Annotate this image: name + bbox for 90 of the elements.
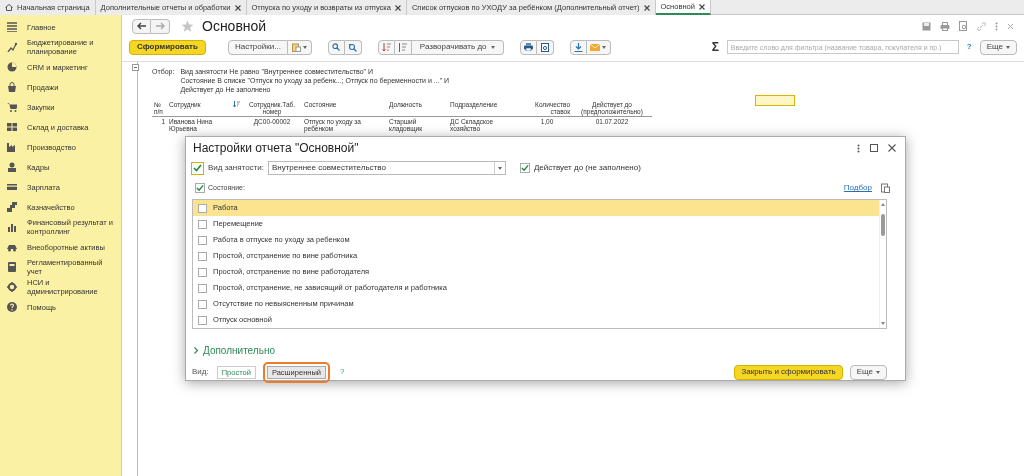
check-icon — [196, 184, 204, 193]
help-link[interactable]: ? — [340, 366, 345, 378]
generate-button[interactable]: Сформировать — [129, 39, 206, 55]
save-button[interactable] — [569, 39, 587, 55]
checkbox[interactable] — [519, 163, 530, 174]
bar-chart-icon — [7, 222, 17, 232]
caret-icon — [1006, 45, 1010, 49]
scroll-up-icon[interactable] — [881, 203, 885, 206]
search-icon — [332, 43, 341, 51]
checkbox[interactable] — [198, 203, 207, 213]
stack-icon — [7, 202, 17, 212]
field-label: Вид занятости: — [208, 162, 264, 175]
flag-list-icon — [398, 42, 408, 52]
form-title: Основной — [202, 16, 267, 36]
print-button[interactable] — [519, 39, 537, 55]
close-icon[interactable] — [643, 4, 650, 11]
menu-icon — [7, 22, 17, 32]
employment-dropdown[interactable]: Внутреннее совместительство — [267, 161, 506, 176]
caret-icon — [876, 370, 880, 374]
chevron-right-icon — [194, 347, 199, 354]
more-icon[interactable] — [857, 143, 860, 153]
printer-icon[interactable] — [940, 21, 950, 31]
person-icon — [7, 162, 17, 172]
home-icon — [5, 4, 13, 11]
check-icon — [193, 164, 202, 173]
pie-chart-icon — [7, 62, 17, 72]
settings-button[interactable]: Настройки... — [227, 39, 288, 55]
search-next-icon — [348, 42, 358, 52]
checkbox[interactable] — [191, 161, 204, 175]
printer-icon — [523, 43, 533, 51]
download-icon — [573, 42, 583, 52]
checkbox[interactable] — [198, 299, 207, 309]
more-button[interactable]: Еще — [979, 39, 1017, 55]
caret-icon — [302, 45, 307, 49]
additional-section[interactable]: Дополнительно — [194, 343, 275, 358]
caret-icon — [602, 45, 607, 49]
sort-icon — [381, 42, 391, 52]
variant-button[interactable] — [287, 39, 312, 55]
chart-icon — [7, 42, 17, 52]
clipboard-icon — [291, 42, 301, 52]
sort-icon — [233, 101, 240, 107]
checkbox[interactable] — [198, 235, 207, 245]
checkbox[interactable] — [198, 315, 207, 325]
preview-icon — [540, 42, 549, 52]
caret-icon — [497, 166, 502, 170]
card-icon — [7, 182, 17, 192]
more-button[interactable]: Еще — [849, 364, 887, 380]
checkbox[interactable] — [198, 283, 207, 293]
shopping-cart-icon — [7, 102, 17, 112]
maximize-icon[interactable] — [870, 144, 878, 153]
grid-icon — [7, 122, 17, 132]
checkbox[interactable] — [195, 183, 205, 194]
back-button[interactable] — [132, 18, 151, 34]
dialog-title: Настройки отчета "Основной" — [193, 140, 359, 158]
back-arrow-icon — [136, 22, 147, 30]
collapse-icon[interactable] — [132, 64, 139, 71]
checkbox[interactable] — [198, 251, 207, 261]
search-button[interactable] — [327, 39, 345, 55]
checkbox[interactable] — [198, 219, 207, 229]
document-icon — [7, 262, 17, 272]
help-link[interactable]: ? — [966, 41, 972, 53]
sort-button[interactable] — [377, 39, 395, 55]
pick-link[interactable]: Подбор — [843, 182, 872, 195]
check-icon — [520, 164, 529, 173]
clipboard-icon[interactable] — [881, 183, 890, 194]
scroll-down-icon[interactable] — [881, 322, 885, 325]
envelope-icon — [590, 43, 601, 51]
star-icon[interactable] — [181, 19, 194, 33]
forward-arrow-icon — [155, 22, 165, 30]
expand-dropdown[interactable]: Разворачивать до — [411, 39, 504, 55]
car-icon — [7, 242, 17, 252]
close-icon[interactable] — [394, 4, 401, 11]
close-icon[interactable] — [698, 3, 705, 10]
scrollbar[interactable] — [879, 200, 886, 328]
sum-button[interactable]: Σ — [711, 38, 719, 56]
close-icon[interactable] — [234, 4, 241, 11]
caret-icon — [490, 45, 495, 49]
gear-icon — [7, 282, 17, 292]
link-icon[interactable] — [977, 21, 986, 31]
checkbox-label: Действует до (не заполнено) — [533, 162, 641, 175]
factory-icon — [7, 142, 17, 152]
help-icon — [7, 302, 17, 312]
save-icon[interactable] — [922, 21, 931, 31]
shopping-bag-icon — [7, 82, 17, 92]
close-icon[interactable] — [888, 144, 896, 153]
selected-cell[interactable] — [755, 95, 795, 106]
view-label: Вид: — [192, 366, 209, 378]
preview-icon[interactable] — [959, 21, 968, 31]
checkbox[interactable] — [198, 267, 207, 277]
close-and-generate-button[interactable]: Закрыть и сформировать — [734, 364, 843, 380]
